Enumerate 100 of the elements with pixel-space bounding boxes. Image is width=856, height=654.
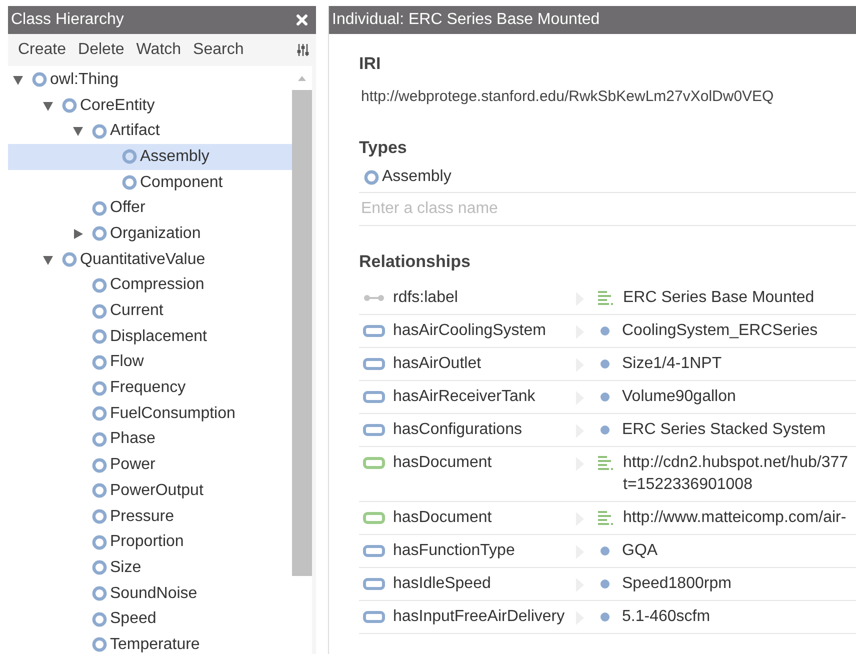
tree-item[interactable]: Component xyxy=(8,170,292,196)
tree-label: Compression xyxy=(110,276,204,294)
tree-item[interactable]: Size xyxy=(8,555,292,581)
class-icon xyxy=(92,354,107,370)
panel-title: Class Hierarchy xyxy=(11,11,124,29)
tree-label: Flow xyxy=(110,353,144,372)
tree-item[interactable]: Assembly xyxy=(8,144,292,170)
tree-label: owl:Thing xyxy=(50,70,118,89)
tree-label: Component xyxy=(140,174,223,192)
expanded-arrow-icon[interactable] xyxy=(72,125,84,138)
class-icon xyxy=(32,72,47,88)
property-value: http://www.matteicomp.com/air- xyxy=(623,508,846,528)
property-name: hasIdleSpeed xyxy=(393,575,491,593)
tree-label: FuelConsumption xyxy=(110,404,236,423)
tree-item[interactable]: Proportion xyxy=(8,529,292,556)
class-icon xyxy=(92,483,107,498)
class-icon xyxy=(92,329,107,344)
expanded-arrow-icon[interactable] xyxy=(42,100,54,112)
property-value: Speed1800rpm xyxy=(622,574,732,594)
class-icon xyxy=(92,304,107,319)
toolbar-button[interactable]: Search xyxy=(187,39,250,61)
class-icon xyxy=(92,406,107,422)
tree-item[interactable]: CoreEntity xyxy=(8,92,292,118)
tree-item[interactable]: Compression xyxy=(8,272,292,298)
collapsed-arrow-icon[interactable] xyxy=(72,228,84,240)
tree-label: CoreEntity xyxy=(80,96,155,115)
tree-item[interactable]: Displacement xyxy=(8,324,292,350)
scroll-up-icon xyxy=(297,74,307,82)
tree-item[interactable]: Power xyxy=(8,452,292,478)
class-icon xyxy=(92,509,107,524)
class-icon xyxy=(92,432,107,447)
class-icon xyxy=(92,560,107,576)
tree-label: QuantitativeValue xyxy=(80,250,206,269)
toolbar-button[interactable]: Watch xyxy=(130,39,188,61)
class-name-field[interactable]: Enter a class name xyxy=(359,192,856,226)
tree-item[interactable]: Frequency xyxy=(8,375,292,401)
property-name: hasConfigurations xyxy=(393,421,522,439)
tree-label: SoundNoise xyxy=(110,584,198,603)
class-icon xyxy=(62,98,77,114)
tree-label: Pressure xyxy=(110,508,174,526)
tree-item[interactable]: Flow xyxy=(8,350,292,376)
class-icon xyxy=(92,226,107,242)
class-icon xyxy=(92,637,107,652)
class-icon xyxy=(92,124,107,139)
tree-item[interactable]: owl:Thing xyxy=(8,67,292,93)
tree-label: PowerOutput xyxy=(110,482,204,500)
property-value: Size1/4-1NPT xyxy=(622,354,722,374)
expanded-arrow-icon[interactable] xyxy=(12,74,24,86)
section-heading: Relationships xyxy=(359,252,472,273)
panel-title: Individual: ERC Series Base Mounted xyxy=(332,11,600,29)
class-icon xyxy=(92,612,107,627)
property-value: t=1522336901008 xyxy=(623,475,754,495)
class-icon xyxy=(62,252,77,268)
class-icon xyxy=(122,175,137,190)
class-icon xyxy=(92,586,107,602)
type-label: Assembly xyxy=(382,168,452,186)
close-icon xyxy=(296,14,308,26)
tree-item[interactable]: PowerOutput xyxy=(8,478,292,504)
class-icon xyxy=(92,200,107,216)
property-value: http://cdn2.hubspot.net/hub/377 xyxy=(623,453,848,473)
class-icon xyxy=(92,458,107,473)
tree-label: Speed xyxy=(110,610,156,628)
property-name: hasDocument xyxy=(393,509,492,527)
tree-label: Displacement xyxy=(110,328,207,346)
section-heading: Types xyxy=(359,138,408,159)
tree-item[interactable]: QuantitativeValue xyxy=(8,246,292,272)
property-name: hasDocument xyxy=(393,454,492,472)
expanded-arrow-icon[interactable] xyxy=(42,254,54,266)
toolbar-button[interactable]: Create xyxy=(12,39,72,61)
class-icon xyxy=(92,278,107,293)
tree-item[interactable]: SoundNoise xyxy=(8,580,292,606)
toolbar-button[interactable]: Delete xyxy=(72,39,130,61)
tree-label: Phase xyxy=(110,430,156,448)
property-name: rdfs:label xyxy=(393,289,458,307)
property-name: hasAirReceiverTank xyxy=(393,388,536,406)
tree-label: Assembly xyxy=(140,148,210,166)
scrollbar-thumb[interactable] xyxy=(292,90,312,576)
tree-label: Offer xyxy=(110,199,146,218)
tree-label: Size xyxy=(110,558,142,577)
tree-label: Frequency xyxy=(110,379,186,398)
class-icon xyxy=(92,380,107,396)
property-name: hasAirOutlet xyxy=(393,355,482,373)
tree-label: Artifact xyxy=(110,122,160,140)
property-value: ERC Series Base Mounted xyxy=(623,288,814,308)
tree-item[interactable]: Artifact xyxy=(8,118,292,144)
tree-item[interactable]: Phase xyxy=(8,426,292,452)
property-value: ERC Series Stacked System xyxy=(622,420,826,440)
tree-item[interactable]: Pressure xyxy=(8,504,292,530)
tree-item[interactable]: Speed xyxy=(8,606,292,632)
tree-item[interactable]: FuelConsumption xyxy=(8,400,292,427)
tree-item[interactable]: Temperature xyxy=(8,632,292,654)
tree-item[interactable]: Offer xyxy=(8,195,292,222)
sliders-icon xyxy=(296,43,310,57)
tree-item[interactable]: Organization xyxy=(8,221,292,247)
iri-text: http://webprotege.stanford.edu/RwkSbKewLm27vXolDw0VEQ xyxy=(361,88,775,107)
property-value: CoolingSystem_ERCSeries xyxy=(622,321,818,341)
tree-label: Current xyxy=(110,302,164,320)
tree-label: Power xyxy=(110,456,156,474)
property-value: Volume90gallon xyxy=(622,387,736,407)
tree-item[interactable]: Current xyxy=(8,298,292,324)
